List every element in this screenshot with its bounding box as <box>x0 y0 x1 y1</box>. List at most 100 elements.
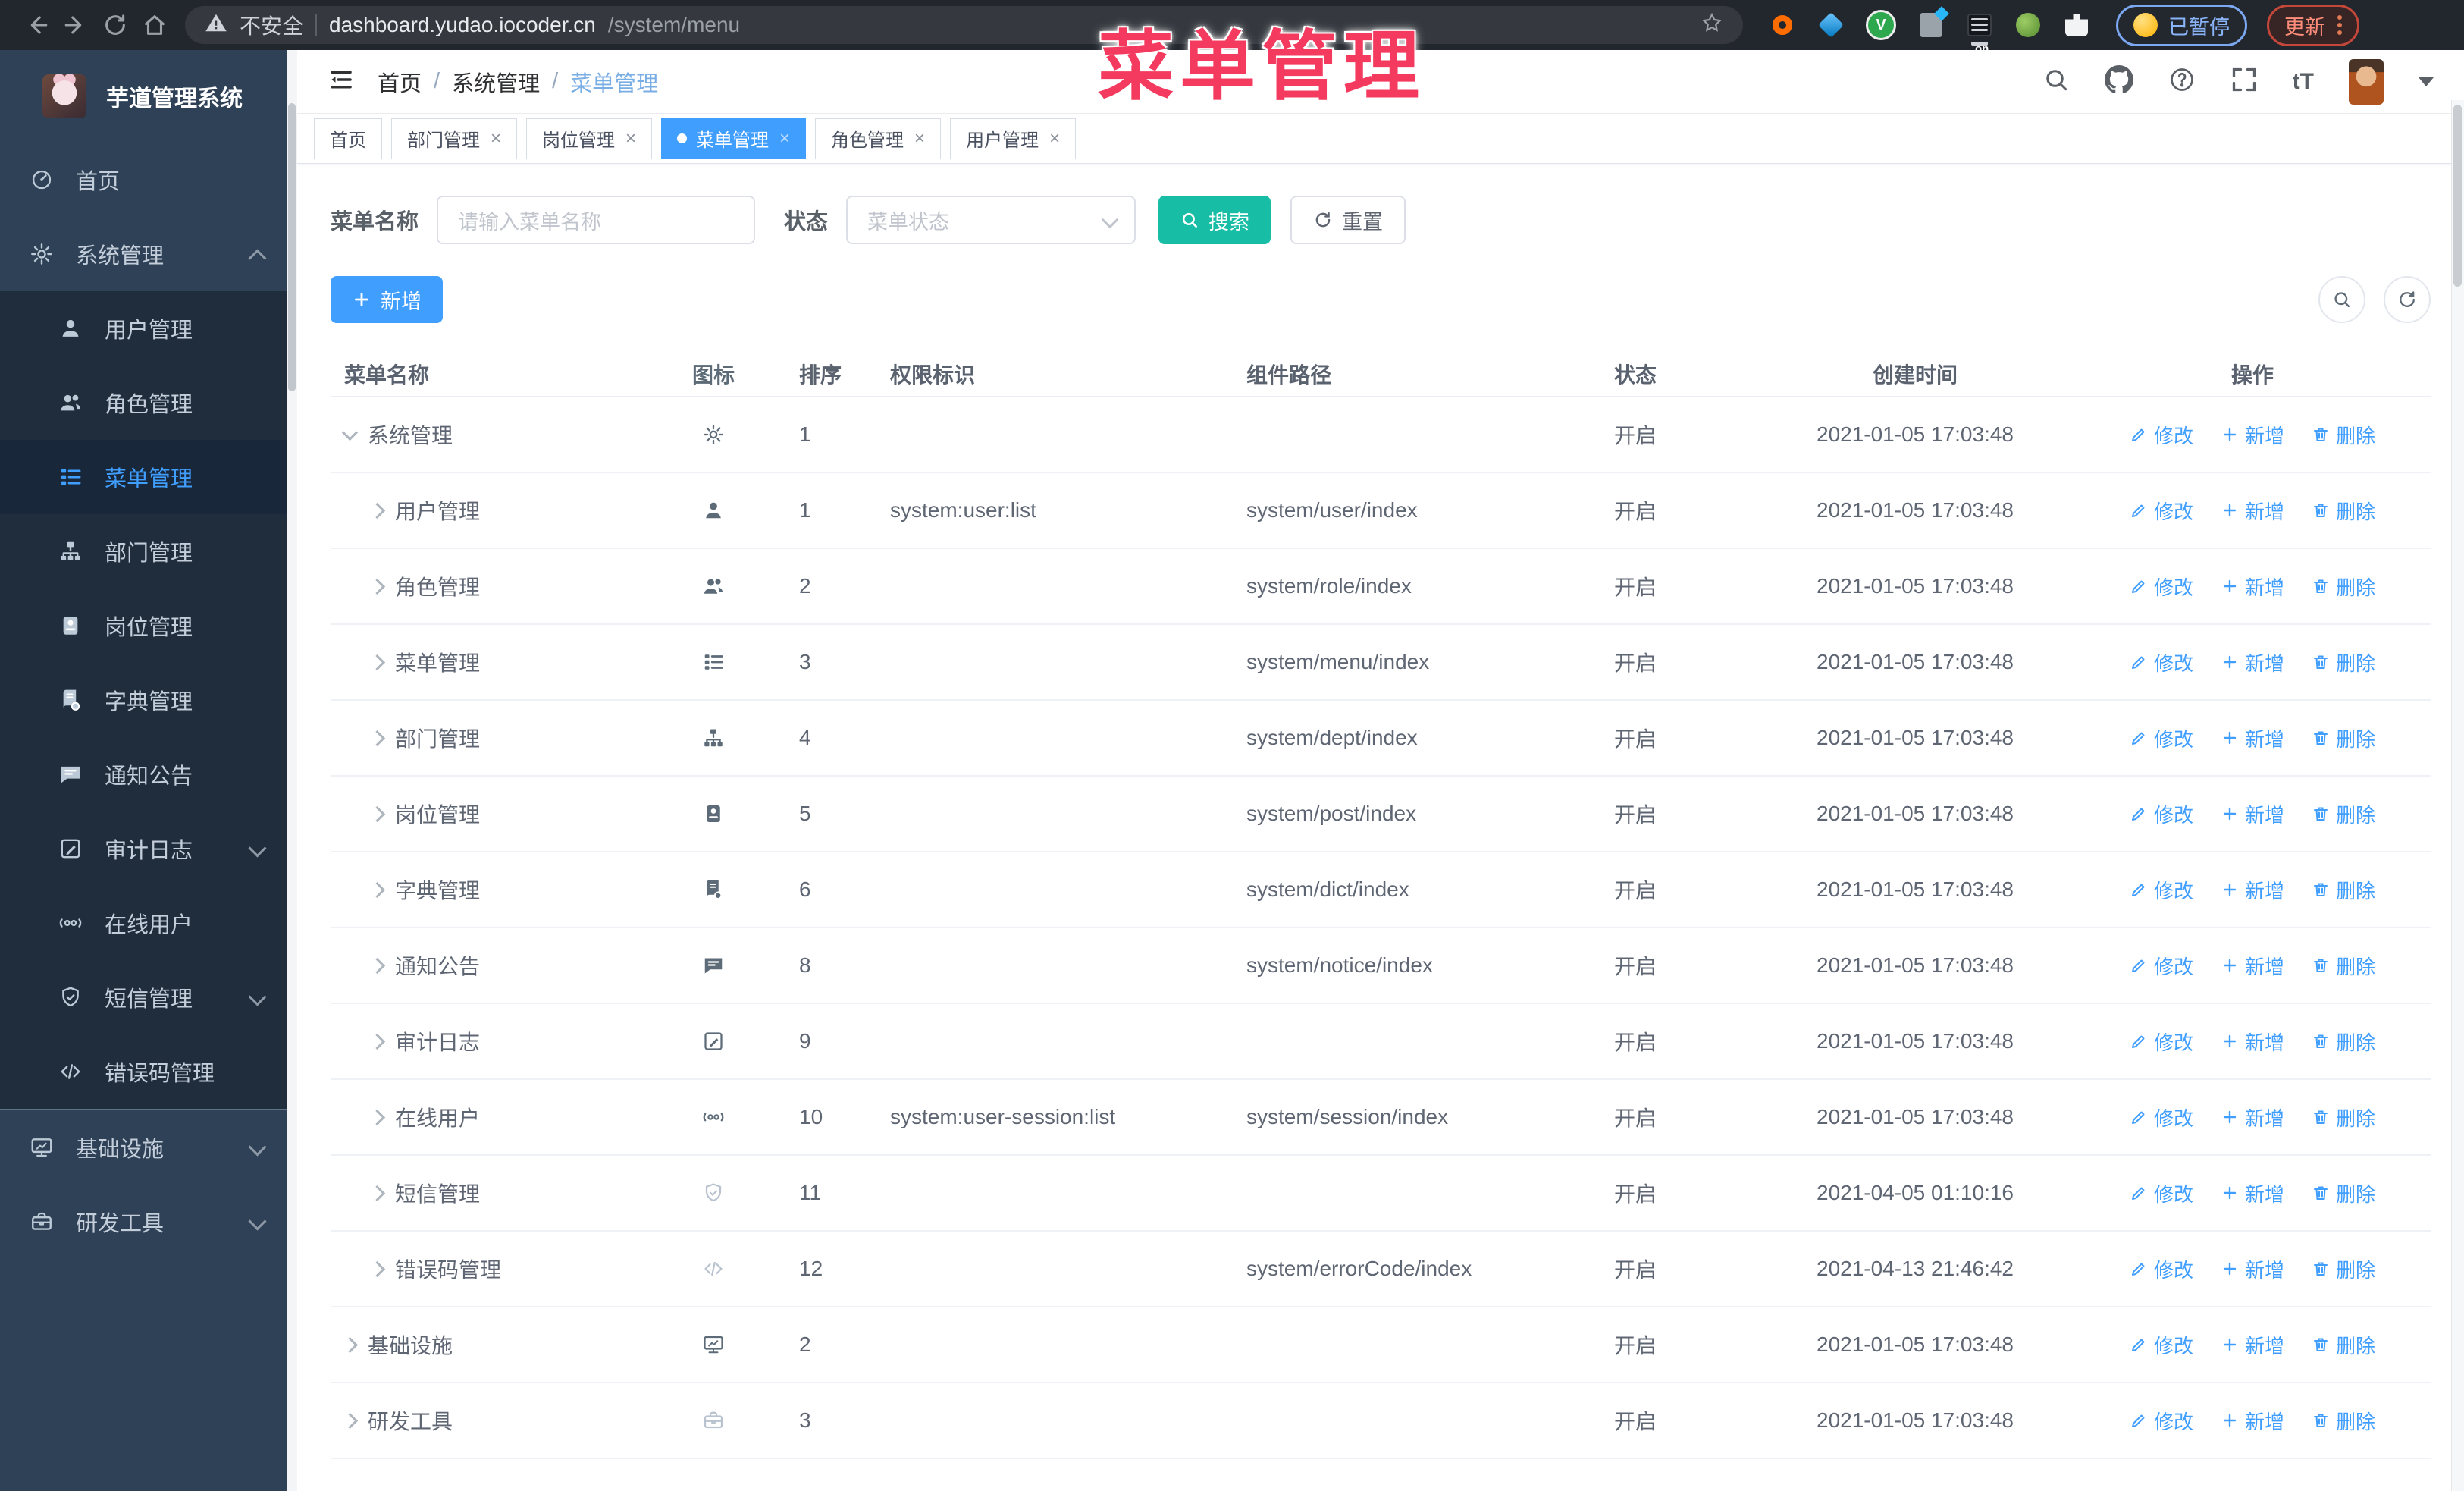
delete-link[interactable]: 删除 <box>2312 497 2375 525</box>
add-link[interactable]: 新增 <box>2221 497 2284 525</box>
sidebar-item-system-management[interactable]: 系统管理 <box>0 217 297 291</box>
bookmark-star-icon[interactable] <box>1701 11 1723 39</box>
reload-icon[interactable] <box>96 5 135 45</box>
expand-arrow-icon[interactable] <box>368 805 386 822</box>
window-scrollbar[interactable] <box>2451 100 2464 1491</box>
add-link[interactable]: 新增 <box>2221 1028 2284 1056</box>
expand-arrow-icon[interactable] <box>368 1109 386 1125</box>
avatar[interactable] <box>2349 58 2384 105</box>
close-tab-icon[interactable]: × <box>779 128 790 149</box>
collapse-sidebar-icon[interactable] <box>328 66 355 97</box>
tab-home[interactable]: 首页 <box>314 118 382 159</box>
chevron-down-icon[interactable] <box>2419 77 2434 86</box>
edit-link[interactable]: 修改 <box>2130 573 2193 601</box>
delete-link[interactable]: 删除 <box>2312 1407 2375 1435</box>
close-tab-icon[interactable]: × <box>1049 128 1060 149</box>
sidebar-item-audit-log[interactable]: 审计日志 <box>0 811 297 886</box>
extension-frog-icon[interactable] <box>2014 11 2042 39</box>
tab-post-management[interactable]: 岗位管理 × <box>526 118 653 159</box>
edit-link[interactable]: 修改 <box>2130 421 2193 449</box>
delete-link[interactable]: 删除 <box>2312 573 2375 601</box>
sidebar-item-role-management[interactable]: 角色管理 <box>0 366 297 440</box>
edit-link[interactable]: 修改 <box>2130 724 2193 752</box>
add-link[interactable]: 新增 <box>2221 724 2284 752</box>
add-link[interactable]: 新增 <box>2221 800 2284 828</box>
search-button[interactable]: 搜索 <box>1158 196 1271 244</box>
extension-gem-icon[interactable] <box>1817 11 1845 39</box>
extension-cards-icon[interactable] <box>1917 11 1945 39</box>
sidebar-item-error-code-management[interactable]: 错误码管理 <box>0 1034 297 1109</box>
status-select[interactable]: 菜单状态 <box>846 196 1136 244</box>
extensions-puzzle-icon[interactable] <box>2063 11 2090 39</box>
add-link[interactable]: 新增 <box>2221 1407 2284 1435</box>
sidebar-item-sms-management[interactable]: 短信管理 <box>0 960 297 1034</box>
delete-link[interactable]: 删除 <box>2312 421 2375 449</box>
sidebar-item-dev-tools[interactable]: 研发工具 <box>0 1185 297 1259</box>
edit-link[interactable]: 修改 <box>2130 1255 2193 1283</box>
extension-orange-icon[interactable] <box>1769 11 1796 39</box>
edit-link[interactable]: 修改 <box>2130 1028 2193 1056</box>
delete-link[interactable]: 删除 <box>2312 876 2375 904</box>
edit-link[interactable]: 修改 <box>2130 876 2193 904</box>
forward-icon[interactable] <box>56 5 96 45</box>
breadcrumb-home[interactable]: 首页 <box>378 66 422 98</box>
tab-dept-management[interactable]: 部门管理 × <box>391 118 518 159</box>
expand-arrow-icon[interactable] <box>368 881 386 898</box>
tab-role-management[interactable]: 角色管理 × <box>815 118 942 159</box>
sidebar-item-dict-management[interactable]: 字典管理 <box>0 663 297 737</box>
back-icon[interactable] <box>17 5 56 45</box>
browser-update-button[interactable]: 更新 <box>2267 4 2359 46</box>
delete-link[interactable]: 删除 <box>2312 648 2375 676</box>
edit-link[interactable]: 修改 <box>2130 648 2193 676</box>
delete-link[interactable]: 删除 <box>2312 1331 2375 1359</box>
edit-link[interactable]: 修改 <box>2130 1103 2193 1132</box>
add-link[interactable]: 新增 <box>2221 1179 2284 1207</box>
add-button[interactable]: 新增 <box>331 276 443 323</box>
add-link[interactable]: 新增 <box>2221 648 2284 676</box>
home-button-icon[interactable] <box>135 5 174 45</box>
edit-link[interactable]: 修改 <box>2130 1179 2193 1207</box>
expand-arrow-icon[interactable] <box>368 957 386 974</box>
delete-link[interactable]: 删除 <box>2312 1255 2375 1283</box>
paused-extension-badge[interactable]: 已暂停 <box>2116 4 2247 46</box>
delete-link[interactable]: 删除 <box>2312 800 2375 828</box>
delete-link[interactable]: 删除 <box>2312 724 2375 752</box>
expand-arrow-icon[interactable] <box>341 1336 359 1353</box>
tab-menu-management[interactable]: 菜单管理 × <box>661 118 807 159</box>
sidebar-item-online-users[interactable]: 在线用户 <box>0 886 297 960</box>
header-search-icon[interactable] <box>2042 66 2070 97</box>
sidebar-item-home[interactable]: 首页 <box>0 143 297 217</box>
breadcrumb-system[interactable]: 系统管理 <box>452 66 540 98</box>
close-tab-icon[interactable]: × <box>625 128 636 149</box>
extension-green-check-icon[interactable]: V <box>1866 10 1896 40</box>
delete-link[interactable]: 删除 <box>2312 1103 2375 1132</box>
sidebar-item-infrastructure[interactable]: 基础设施 <box>0 1109 297 1185</box>
expand-arrow-icon[interactable] <box>368 730 386 746</box>
github-icon[interactable] <box>2104 65 2133 98</box>
expand-arrow-icon[interactable] <box>368 502 386 519</box>
expand-arrow-icon[interactable] <box>368 1033 386 1050</box>
extension-list-icon[interactable]: on <box>1966 11 1993 55</box>
browser-menu-kebab-icon[interactable] <box>2337 15 2342 35</box>
add-link[interactable]: 新增 <box>2221 876 2284 904</box>
expand-arrow-icon[interactable] <box>341 1412 359 1429</box>
close-tab-icon[interactable]: × <box>491 128 501 149</box>
toggle-search-button[interactable] <box>2318 276 2365 323</box>
edit-link[interactable]: 修改 <box>2130 952 2193 980</box>
close-tab-icon[interactable]: × <box>914 128 925 149</box>
expand-arrow-icon[interactable] <box>341 424 359 441</box>
add-link[interactable]: 新增 <box>2221 952 2284 980</box>
delete-link[interactable]: 删除 <box>2312 1028 2375 1056</box>
edit-link[interactable]: 修改 <box>2130 800 2193 828</box>
sidebar-item-post-management[interactable]: 岗位管理 <box>0 589 297 663</box>
expand-arrow-icon[interactable] <box>368 1185 386 1201</box>
edit-link[interactable]: 修改 <box>2130 497 2193 525</box>
expand-arrow-icon[interactable] <box>368 1260 386 1277</box>
menu-name-input[interactable]: 请输入菜单名称 <box>437 196 756 244</box>
address-bar[interactable]: 不安全 dashboard.yudao.iocoder.cn/system/me… <box>185 6 1743 44</box>
delete-link[interactable]: 删除 <box>2312 952 2375 980</box>
sidebar-scrollbar[interactable] <box>287 50 297 1491</box>
edit-link[interactable]: 修改 <box>2130 1407 2193 1435</box>
tab-user-management[interactable]: 用户管理 × <box>950 118 1077 159</box>
delete-link[interactable]: 删除 <box>2312 1179 2375 1207</box>
